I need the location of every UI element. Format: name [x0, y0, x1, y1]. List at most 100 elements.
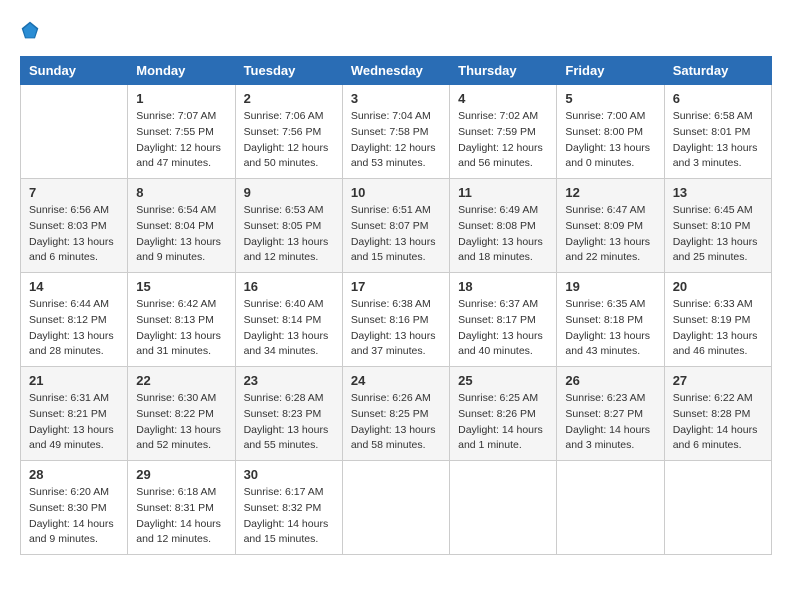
day-info: Sunrise: 6:37 AM Sunset: 8:17 PM Dayligh…	[458, 297, 548, 360]
calendar-cell: 6Sunrise: 6:58 AM Sunset: 8:01 PM Daylig…	[664, 85, 771, 179]
logo	[20, 20, 44, 40]
calendar-cell: 16 Sunrise: 6:40 AM Sunset: 8:14 PM Dayli…	[235, 273, 342, 367]
calendar-week-row: 1 Sunrise: 7:07 AM Sunset: 7:55 PM Daylig…	[21, 85, 772, 179]
day-number: 2	[244, 91, 334, 106]
calendar-cell: 10 Sunrise: 6:51 AM Sunset: 8:07 PM Dayli…	[342, 179, 449, 273]
day-info: Sunrise: 7:00 AM Sunset: 8:00 PM Dayligh…	[565, 109, 655, 172]
calendar-cell: 2 Sunrise: 7:06 AM Sunset: 7:56 PM Daylig…	[235, 85, 342, 179]
day-number: 11	[458, 185, 548, 200]
day-number: 27	[673, 373, 763, 388]
calendar-cell	[21, 85, 128, 179]
day-info: Sunrise: 6:23 AM Sunset: 8:27 PM Dayligh…	[565, 391, 655, 454]
day-number: 30	[244, 467, 334, 482]
day-number: 3	[351, 91, 441, 106]
day-info: Sunrise: 7:04 AM Sunset: 7:58 PM Dayligh…	[351, 109, 441, 172]
calendar-cell: 5 Sunrise: 7:00 AM Sunset: 8:00 PM Daylig…	[557, 85, 664, 179]
day-info: Sunrise: 6:56 AM Sunset: 8:03 PM Dayligh…	[29, 203, 119, 266]
weekday-header-monday: Monday	[128, 57, 235, 85]
calendar-cell: 26 Sunrise: 6:23 AM Sunset: 8:27 PM Dayli…	[557, 367, 664, 461]
day-number: 8	[136, 185, 226, 200]
calendar-cell: 15Sunrise: 6:42 AM Sunset: 8:13 PM Dayli…	[128, 273, 235, 367]
day-info: Sunrise: 6:47 AM Sunset: 8:09 PM Dayligh…	[565, 203, 655, 266]
calendar-cell: 14 Sunrise: 6:44 AM Sunset: 8:12 PM Dayli…	[21, 273, 128, 367]
day-info: Sunrise: 6:30 AM Sunset: 8:22 PM Dayligh…	[136, 391, 226, 454]
day-number: 24	[351, 373, 441, 388]
day-info: Sunrise: 6:58 AM Sunset: 8:01 PM Dayligh…	[673, 109, 763, 172]
logo-icon	[20, 20, 40, 40]
calendar-cell: 22 Sunrise: 6:30 AM Sunset: 8:22 PM Dayli…	[128, 367, 235, 461]
calendar-cell: 20 Sunrise: 6:33 AM Sunset: 8:19 PM Dayli…	[664, 273, 771, 367]
day-number: 16	[244, 279, 334, 294]
weekday-header-friday: Friday	[557, 57, 664, 85]
day-number: 12	[565, 185, 655, 200]
day-info: Sunrise: 6:35 AM Sunset: 8:18 PM Dayligh…	[565, 297, 655, 360]
day-number: 5	[565, 91, 655, 106]
weekday-header-tuesday: Tuesday	[235, 57, 342, 85]
day-info: Sunrise: 6:33 AM Sunset: 8:19 PM Dayligh…	[673, 297, 763, 360]
calendar-week-row: 21 Sunrise: 6:31 AM Sunset: 8:21 PM Dayli…	[21, 367, 772, 461]
calendar-cell: 28Sunrise: 6:20 AM Sunset: 8:30 PM Dayli…	[21, 461, 128, 555]
calendar-cell	[342, 461, 449, 555]
calendar-cell: 27 Sunrise: 6:22 AM Sunset: 8:28 PM Dayli…	[664, 367, 771, 461]
day-info: Sunrise: 6:44 AM Sunset: 8:12 PM Dayligh…	[29, 297, 119, 360]
day-number: 23	[244, 373, 334, 388]
day-info: Sunrise: 7:06 AM Sunset: 7:56 PM Dayligh…	[244, 109, 334, 172]
day-number: 13	[673, 185, 763, 200]
weekday-header-row: SundayMondayTuesdayWednesdayThursdayFrid…	[21, 57, 772, 85]
day-number: 26	[565, 373, 655, 388]
calendar-cell: 9 Sunrise: 6:53 AM Sunset: 8:05 PM Daylig…	[235, 179, 342, 273]
day-info: Sunrise: 6:40 AM Sunset: 8:14 PM Dayligh…	[244, 297, 334, 360]
day-number: 22	[136, 373, 226, 388]
calendar-cell: 25Sunrise: 6:25 AM Sunset: 8:26 PM Dayli…	[450, 367, 557, 461]
weekday-header-thursday: Thursday	[450, 57, 557, 85]
calendar-cell: 4 Sunrise: 7:02 AM Sunset: 7:59 PM Daylig…	[450, 85, 557, 179]
day-number: 1	[136, 91, 226, 106]
day-info: Sunrise: 7:07 AM Sunset: 7:55 PM Dayligh…	[136, 109, 226, 172]
day-number: 14	[29, 279, 119, 294]
day-info: Sunrise: 6:53 AM Sunset: 8:05 PM Dayligh…	[244, 203, 334, 266]
calendar-cell: 24 Sunrise: 6:26 AM Sunset: 8:25 PM Dayli…	[342, 367, 449, 461]
calendar-cell	[557, 461, 664, 555]
calendar-cell	[450, 461, 557, 555]
day-number: 18	[458, 279, 548, 294]
weekday-header-sunday: Sunday	[21, 57, 128, 85]
page-header	[20, 20, 772, 40]
day-number: 20	[673, 279, 763, 294]
calendar-week-row: 14 Sunrise: 6:44 AM Sunset: 8:12 PM Dayli…	[21, 273, 772, 367]
day-info: Sunrise: 7:02 AM Sunset: 7:59 PM Dayligh…	[458, 109, 548, 172]
day-info: Sunrise: 6:49 AM Sunset: 8:08 PM Dayligh…	[458, 203, 548, 266]
day-number: 10	[351, 185, 441, 200]
day-number: 21	[29, 373, 119, 388]
calendar-cell: 17 Sunrise: 6:38 AM Sunset: 8:16 PM Dayli…	[342, 273, 449, 367]
weekday-header-saturday: Saturday	[664, 57, 771, 85]
calendar-cell	[664, 461, 771, 555]
day-number: 28	[29, 467, 119, 482]
calendar-cell: 7 Sunrise: 6:56 AM Sunset: 8:03 PM Daylig…	[21, 179, 128, 273]
day-info: Sunrise: 6:22 AM Sunset: 8:28 PM Dayligh…	[673, 391, 763, 454]
day-info: Sunrise: 6:18 AM Sunset: 8:31 PM Dayligh…	[136, 485, 226, 548]
calendar-cell: 13 Sunrise: 6:45 AM Sunset: 8:10 PM Dayli…	[664, 179, 771, 273]
day-number: 7	[29, 185, 119, 200]
day-info: Sunrise: 6:38 AM Sunset: 8:16 PM Dayligh…	[351, 297, 441, 360]
calendar-cell: 8 Sunrise: 6:54 AM Sunset: 8:04 PM Daylig…	[128, 179, 235, 273]
calendar-cell: 11 Sunrise: 6:49 AM Sunset: 8:08 PM Dayli…	[450, 179, 557, 273]
calendar-cell: 29 Sunrise: 6:18 AM Sunset: 8:31 PM Dayli…	[128, 461, 235, 555]
day-info: Sunrise: 6:26 AM Sunset: 8:25 PM Dayligh…	[351, 391, 441, 454]
day-info: Sunrise: 6:51 AM Sunset: 8:07 PM Dayligh…	[351, 203, 441, 266]
day-number: 15	[136, 279, 226, 294]
calendar-cell: 21 Sunrise: 6:31 AM Sunset: 8:21 PM Dayli…	[21, 367, 128, 461]
day-info: Sunrise: 6:45 AM Sunset: 8:10 PM Dayligh…	[673, 203, 763, 266]
calendar-cell: 30 Sunrise: 6:17 AM Sunset: 8:32 PM Dayli…	[235, 461, 342, 555]
day-number: 29	[136, 467, 226, 482]
calendar-cell: 23 Sunrise: 6:28 AM Sunset: 8:23 PM Dayli…	[235, 367, 342, 461]
calendar-week-row: 7 Sunrise: 6:56 AM Sunset: 8:03 PM Daylig…	[21, 179, 772, 273]
day-info: Sunrise: 6:28 AM Sunset: 8:23 PM Dayligh…	[244, 391, 334, 454]
calendar-cell: 1 Sunrise: 7:07 AM Sunset: 7:55 PM Daylig…	[128, 85, 235, 179]
day-number: 17	[351, 279, 441, 294]
day-number: 9	[244, 185, 334, 200]
day-number: 4	[458, 91, 548, 106]
calendar-table: SundayMondayTuesdayWednesdayThursdayFrid…	[20, 56, 772, 555]
day-info: Sunrise: 6:54 AM Sunset: 8:04 PM Dayligh…	[136, 203, 226, 266]
day-info: Sunrise: 6:31 AM Sunset: 8:21 PM Dayligh…	[29, 391, 119, 454]
day-info: Sunrise: 6:17 AM Sunset: 8:32 PM Dayligh…	[244, 485, 334, 548]
